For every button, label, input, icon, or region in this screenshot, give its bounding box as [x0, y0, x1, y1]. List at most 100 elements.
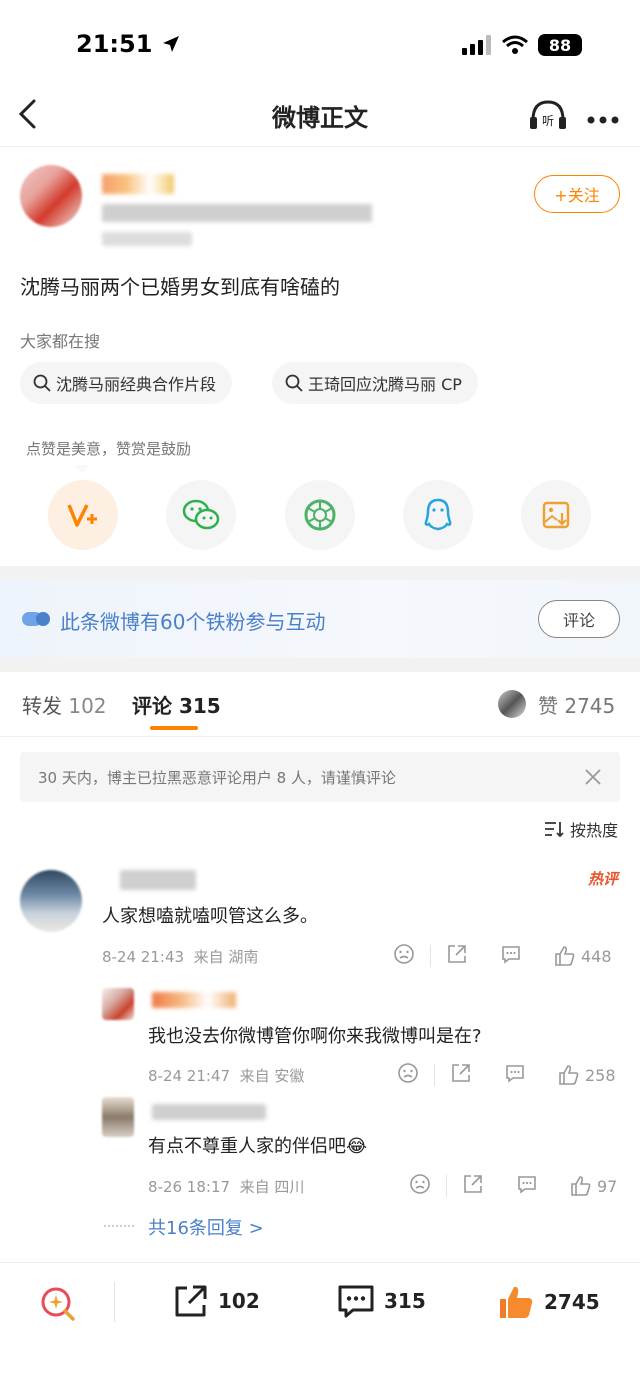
reply-meta: 8-24 21:47 来自 安徽 [148, 1067, 305, 1085]
sort-icon [544, 822, 564, 838]
post-text: 沈腾马丽两个已婚男女到底有啥磕的 [20, 275, 340, 299]
headphones-icon: 听 [530, 100, 566, 129]
hot-search-label: 大家都在搜 [20, 332, 101, 351]
reply-meta: 8-26 18:17 来自 四川 [148, 1178, 305, 1196]
author-avatar[interactable] [20, 165, 82, 227]
nav-divider [0, 146, 640, 147]
reply-share-button[interactable] [449, 1061, 473, 1089]
comment-reply-button[interactable] [499, 942, 523, 970]
reply-avatar[interactable] [102, 1097, 134, 1137]
reply-text: 有点不尊重人家的伴侣吧😂 [148, 1136, 368, 1157]
dislike-button[interactable] [392, 942, 416, 970]
wifi-icon [502, 35, 528, 54]
tab-comments[interactable]: 评论 315 [132, 690, 221, 719]
tip-arrow [74, 465, 90, 473]
battery-indicator: 88 [538, 34, 582, 56]
comment-icon [506, 1065, 524, 1083]
comment-icon [502, 946, 520, 964]
thumbs-up-icon [555, 946, 575, 966]
commenter-avatar[interactable] [20, 870, 82, 932]
tab-divider [0, 736, 640, 737]
repost-icon [175, 1285, 207, 1317]
thumbs-up-icon [559, 1065, 579, 1085]
notice-close-button[interactable] [584, 768, 602, 790]
v-plus-icon [67, 504, 97, 527]
listen-button[interactable]: 听 [528, 98, 568, 136]
reply-name-blurred[interactable] [152, 992, 236, 1008]
action-separator [446, 1175, 447, 1197]
reply-share-button[interactable] [461, 1172, 485, 1200]
signal-icon [462, 35, 491, 55]
thumbs-up-filled-icon [500, 1286, 533, 1318]
svg-text:听: 听 [542, 114, 554, 128]
commenter-name-blurred[interactable] [120, 870, 196, 890]
share-qq-button[interactable] [403, 480, 473, 550]
save-image-icon [542, 501, 570, 529]
super-like-button[interactable] [38, 1284, 78, 1328]
hot-comment-badge: 热评 [587, 870, 618, 888]
author-name-blurred[interactable] [102, 174, 174, 194]
sort-button[interactable]: 按热度 [544, 817, 618, 841]
save-image-button[interactable] [521, 480, 591, 550]
bottom-like-button[interactable]: 2745 [496, 1282, 600, 1322]
follow-button[interactable]: +关注 [534, 175, 620, 213]
share-moments-button[interactable] [285, 480, 355, 550]
share-icon [448, 945, 466, 963]
search-sparkle-icon [41, 1287, 75, 1321]
share-wechat-button[interactable] [166, 480, 236, 550]
comment-icon [518, 1176, 536, 1194]
comment-meta: 8-24 21:43 来自 湖南 [102, 948, 259, 966]
action-separator [430, 945, 431, 967]
reply-actions: 258 [396, 1061, 616, 1089]
search-chip[interactable]: 王琦回应沈腾马丽 CP [272, 362, 478, 404]
fans-comment-button[interactable]: 评论 [538, 600, 620, 638]
more-replies-link[interactable]: 共16条回复 > [148, 1214, 264, 1240]
reply-reply-button[interactable] [503, 1061, 527, 1089]
replies-dotted-line [104, 1225, 134, 1227]
bottom-repost-button[interactable]: 102 [172, 1282, 260, 1320]
more-dots-icon [587, 116, 619, 124]
more-options-button[interactable] [586, 110, 620, 129]
comment-text: 人家想嗑就嗑呗管这么多。 [102, 906, 318, 927]
search-icon [285, 374, 303, 392]
comment-like-button[interactable]: 448 [553, 944, 612, 968]
comment-share-button[interactable] [445, 942, 469, 970]
share-icon [464, 1175, 482, 1193]
liker-avatar [498, 690, 526, 718]
sad-face-icon [410, 1174, 430, 1194]
reply-like-button[interactable]: 97 [569, 1174, 617, 1198]
status-time: 21:51 [76, 30, 181, 58]
tab-repost[interactable]: 转发 102 [22, 690, 107, 719]
reward-button[interactable] [48, 480, 118, 550]
reply-avatar[interactable] [102, 988, 134, 1020]
close-icon [585, 769, 601, 785]
reply-name-blurred[interactable] [152, 1104, 266, 1120]
author-meta-blurred-2 [102, 232, 192, 246]
notice-text: 30 天内，博主已拉黑恶意评论用户 8 人，请谨慎评论 [38, 769, 396, 787]
location-arrow-icon [162, 36, 179, 52]
dislike-button[interactable] [396, 1061, 420, 1089]
bottom-comment-button[interactable]: 315 [336, 1282, 426, 1320]
fans-badge-icon [22, 610, 50, 632]
comment-actions: 448 [392, 942, 612, 970]
action-separator [434, 1064, 435, 1086]
bottom-separator [114, 1282, 115, 1322]
tab-likes[interactable]: 赞 2745 [538, 690, 615, 719]
moments-icon [304, 499, 336, 531]
section-divider [0, 658, 640, 672]
fans-banner-text: 此条微博有60个铁粉参与互动 [60, 610, 326, 634]
comment-icon [338, 1285, 374, 1318]
section-divider [0, 566, 640, 580]
sad-face-icon [398, 1063, 418, 1083]
thumbs-up-icon [571, 1176, 591, 1196]
sad-face-icon [394, 944, 414, 964]
share-icon [452, 1064, 470, 1082]
reply-reply-button[interactable] [515, 1172, 539, 1200]
qq-icon [424, 498, 452, 531]
search-icon [33, 374, 51, 392]
search-chip[interactable]: 沈腾马丽经典合作片段 [20, 362, 233, 404]
reply-like-button[interactable]: 258 [557, 1063, 616, 1087]
reward-tip: 点赞是美意，赞赏是鼓励 [26, 440, 192, 458]
active-tab-indicator [150, 726, 198, 730]
dislike-button[interactable] [408, 1172, 432, 1200]
